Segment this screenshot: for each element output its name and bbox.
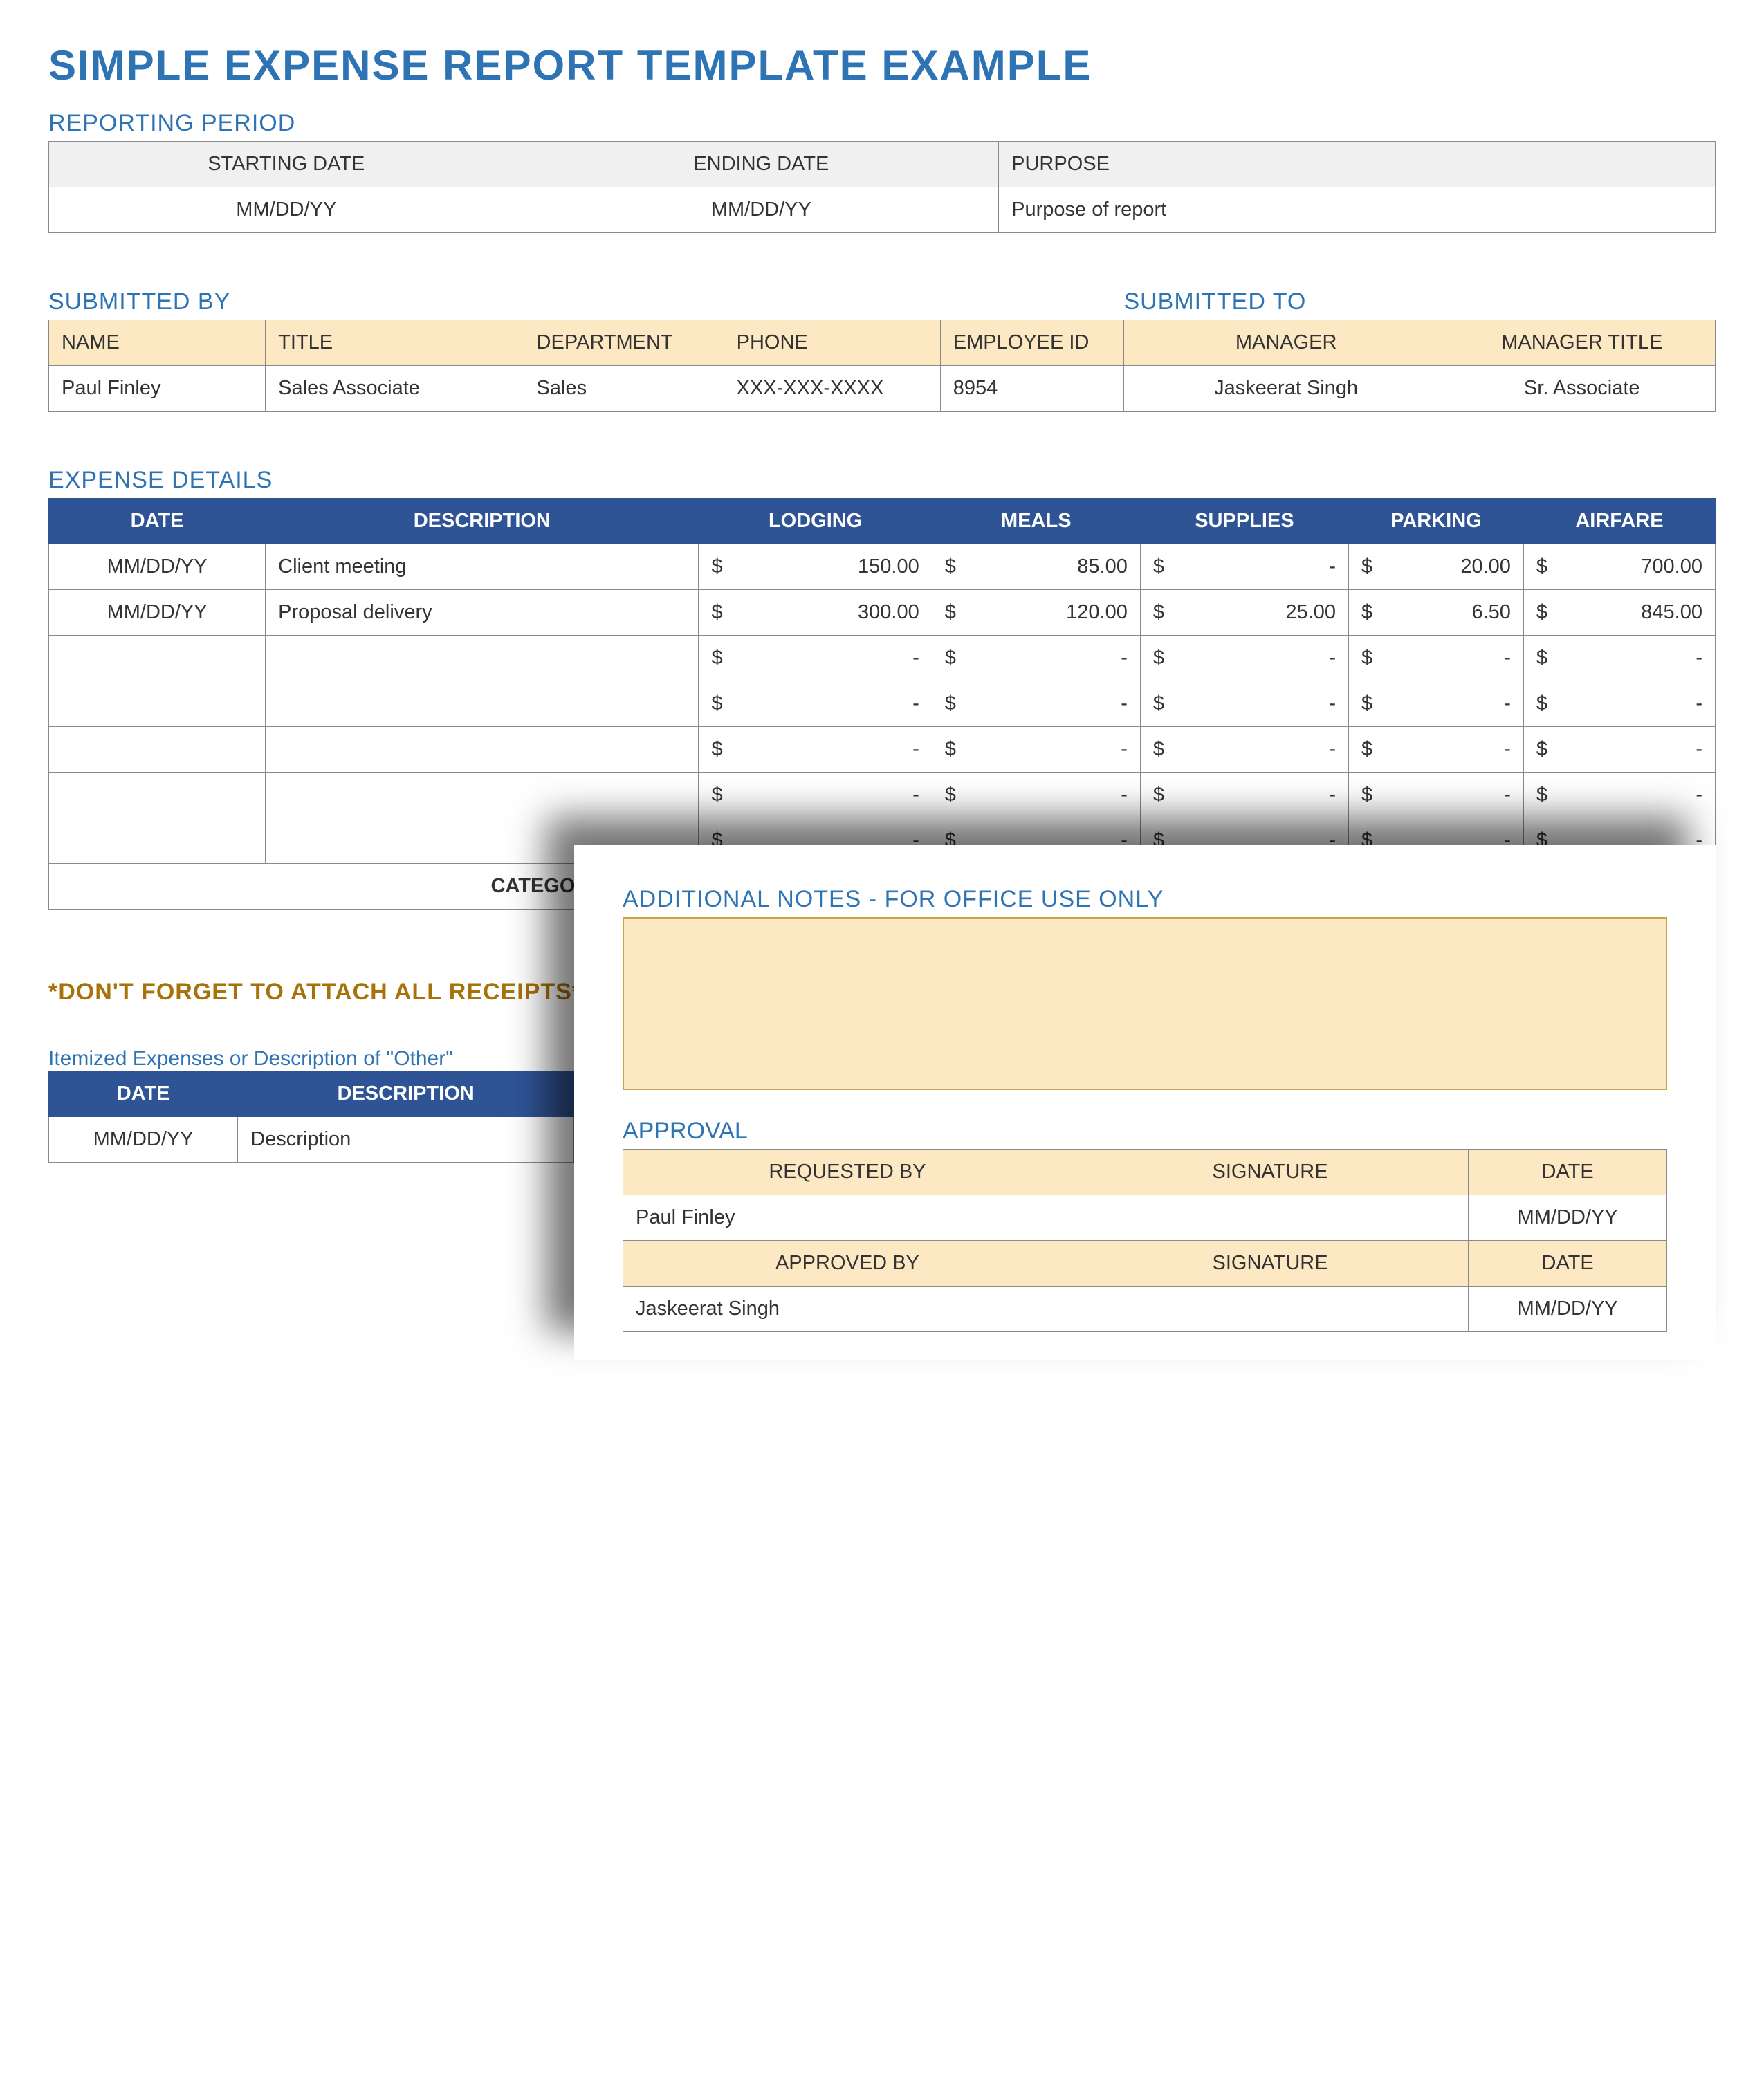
expense-date-cell[interactable]: MM/DD/YY [49, 544, 266, 590]
section-expense-details: EXPENSE DETAILS [48, 467, 1716, 494]
expense-date-cell[interactable] [49, 773, 266, 818]
expense-lodging-cell[interactable]: $- [699, 636, 932, 681]
table-row: $-$-$-$-$- [49, 727, 1716, 773]
requested-date-cell[interactable]: MM/DD/YY [1469, 1195, 1667, 1241]
expense-airfare-cell[interactable]: $- [1523, 681, 1715, 727]
overlay-panel: ADDITIONAL NOTES - FOR OFFICE USE ONLY A… [574, 845, 1716, 1360]
expense-description-cell[interactable] [266, 636, 699, 681]
expense-parking-cell[interactable]: $- [1348, 636, 1523, 681]
expense-meals-cell[interactable]: $- [932, 636, 1140, 681]
col-ending-date: ENDING DATE [524, 142, 999, 187]
section-submitted-to: SUBMITTED TO [1123, 288, 1716, 315]
approval-table: REQUESTED BY SIGNATURE DATE Paul Finley … [623, 1149, 1667, 1332]
section-additional-notes: ADDITIONAL NOTES - FOR OFFICE USE ONLY [623, 886, 1667, 913]
table-row: $-$-$-$-$- [49, 773, 1716, 818]
expense-description-cell[interactable]: Proposal delivery [266, 590, 699, 636]
col-starting-date: STARTING DATE [49, 142, 524, 187]
expense-parking-cell[interactable]: $- [1348, 681, 1523, 727]
approved-by-cell[interactable]: Jaskeerat Singh [623, 1286, 1072, 1332]
col-employee-id: EMPLOYEE ID [940, 320, 1123, 366]
expense-supplies-cell[interactable]: $25.00 [1140, 590, 1348, 636]
expense-description-cell[interactable] [266, 681, 699, 727]
expense-lodging-cell[interactable]: $150.00 [699, 544, 932, 590]
col-airfare: AIRFARE [1523, 499, 1715, 544]
expense-meals-cell[interactable]: $85.00 [932, 544, 1140, 590]
expense-airfare-cell[interactable]: $845.00 [1523, 590, 1715, 636]
requested-by-cell[interactable]: Paul Finley [623, 1195, 1072, 1241]
expense-airfare-cell[interactable]: $700.00 [1523, 544, 1715, 590]
col-approved-by: APPROVED BY [623, 1241, 1072, 1286]
expense-date-cell[interactable] [49, 727, 266, 773]
expense-date-cell[interactable] [49, 636, 266, 681]
expense-date-cell[interactable] [49, 681, 266, 727]
table-row: $-$-$-$-$- [49, 681, 1716, 727]
page-title: SIMPLE EXPENSE REPORT TEMPLATE EXAMPLE [48, 42, 1716, 89]
table-row: MM/DD/YYClient meeting$150.00$85.00$-$20… [49, 544, 1716, 590]
requested-signature-cell[interactable] [1072, 1195, 1468, 1241]
col-date-2: DATE [1469, 1241, 1667, 1286]
starting-date-cell[interactable]: MM/DD/YY [49, 187, 524, 233]
col-requested-by: REQUESTED BY [623, 1150, 1072, 1195]
section-reporting-period: REPORTING PERIOD [48, 110, 1716, 137]
submitted-table: NAME TITLE DEPARTMENT PHONE EMPLOYEE ID … [48, 320, 1716, 412]
expense-description-cell[interactable]: Client meeting [266, 544, 699, 590]
col-name: NAME [49, 320, 266, 366]
expense-parking-cell[interactable]: $- [1348, 773, 1523, 818]
employee-id-cell[interactable]: 8954 [940, 366, 1123, 412]
expense-supplies-cell[interactable]: $- [1140, 681, 1348, 727]
manager-cell[interactable]: Jaskeerat Singh [1123, 366, 1449, 412]
expense-lodging-cell[interactable]: $- [699, 681, 932, 727]
ending-date-cell[interactable]: MM/DD/YY [524, 187, 999, 233]
expense-description-cell[interactable] [266, 727, 699, 773]
section-submitted-by: SUBMITTED BY [48, 288, 1123, 315]
expense-supplies-cell[interactable]: $- [1140, 636, 1348, 681]
expense-meals-cell[interactable]: $- [932, 727, 1140, 773]
col-description: DESCRIPTION [266, 499, 699, 544]
expense-lodging-cell[interactable]: $300.00 [699, 590, 932, 636]
expense-meals-cell[interactable]: $- [932, 681, 1140, 727]
title-cell[interactable]: Sales Associate [266, 366, 524, 412]
expense-supplies-cell[interactable]: $- [1140, 773, 1348, 818]
col-phone: PHONE [724, 320, 940, 366]
col-signature-2: SIGNATURE [1072, 1241, 1468, 1286]
additional-notes-box[interactable] [623, 917, 1667, 1090]
col-title: TITLE [266, 320, 524, 366]
name-cell[interactable]: Paul Finley [49, 366, 266, 412]
reporting-period-table: STARTING DATE ENDING DATE PURPOSE MM/DD/… [48, 141, 1716, 233]
expense-supplies-cell[interactable]: $- [1140, 727, 1348, 773]
phone-cell[interactable]: XXX-XXX-XXXX [724, 366, 940, 412]
col-meals: MEALS [932, 499, 1140, 544]
approved-date-cell[interactable]: MM/DD/YY [1469, 1286, 1667, 1332]
col-parking: PARKING [1348, 499, 1523, 544]
expense-meals-cell[interactable]: $120.00 [932, 590, 1140, 636]
expense-airfare-cell[interactable]: $- [1523, 636, 1715, 681]
expense-lodging-cell[interactable]: $- [699, 727, 932, 773]
col-supplies: SUPPLIES [1140, 499, 1348, 544]
expense-airfare-cell[interactable]: $- [1523, 773, 1715, 818]
col-signature: SIGNATURE [1072, 1150, 1468, 1195]
col-lodging: LODGING [699, 499, 932, 544]
col-date: DATE [1469, 1150, 1667, 1195]
section-approval: APPROVAL [623, 1118, 1667, 1145]
expense-airfare-cell[interactable]: $- [1523, 727, 1715, 773]
expense-description-cell[interactable] [266, 773, 699, 818]
purpose-cell[interactable]: Purpose of report [999, 187, 1716, 233]
col-manager-title: MANAGER TITLE [1449, 320, 1715, 366]
col-purpose: PURPOSE [999, 142, 1716, 187]
table-row: MM/DD/YYProposal delivery$300.00$120.00$… [49, 590, 1716, 636]
expense-lodging-cell[interactable]: $- [699, 773, 932, 818]
expense-meals-cell[interactable]: $- [932, 773, 1140, 818]
expense-parking-cell[interactable]: $6.50 [1348, 590, 1523, 636]
table-row: $-$-$-$-$- [49, 636, 1716, 681]
col-date: DATE [49, 499, 266, 544]
approved-signature-cell[interactable] [1072, 1286, 1468, 1332]
col-department: DEPARTMENT [524, 320, 724, 366]
department-cell[interactable]: Sales [524, 366, 724, 412]
expense-parking-cell[interactable]: $- [1348, 727, 1523, 773]
manager-title-cell[interactable]: Sr. Associate [1449, 366, 1715, 412]
expense-date-cell[interactable]: MM/DD/YY [49, 590, 266, 636]
expense-parking-cell[interactable]: $20.00 [1348, 544, 1523, 590]
expense-supplies-cell[interactable]: $- [1140, 544, 1348, 590]
col-manager: MANAGER [1123, 320, 1449, 366]
